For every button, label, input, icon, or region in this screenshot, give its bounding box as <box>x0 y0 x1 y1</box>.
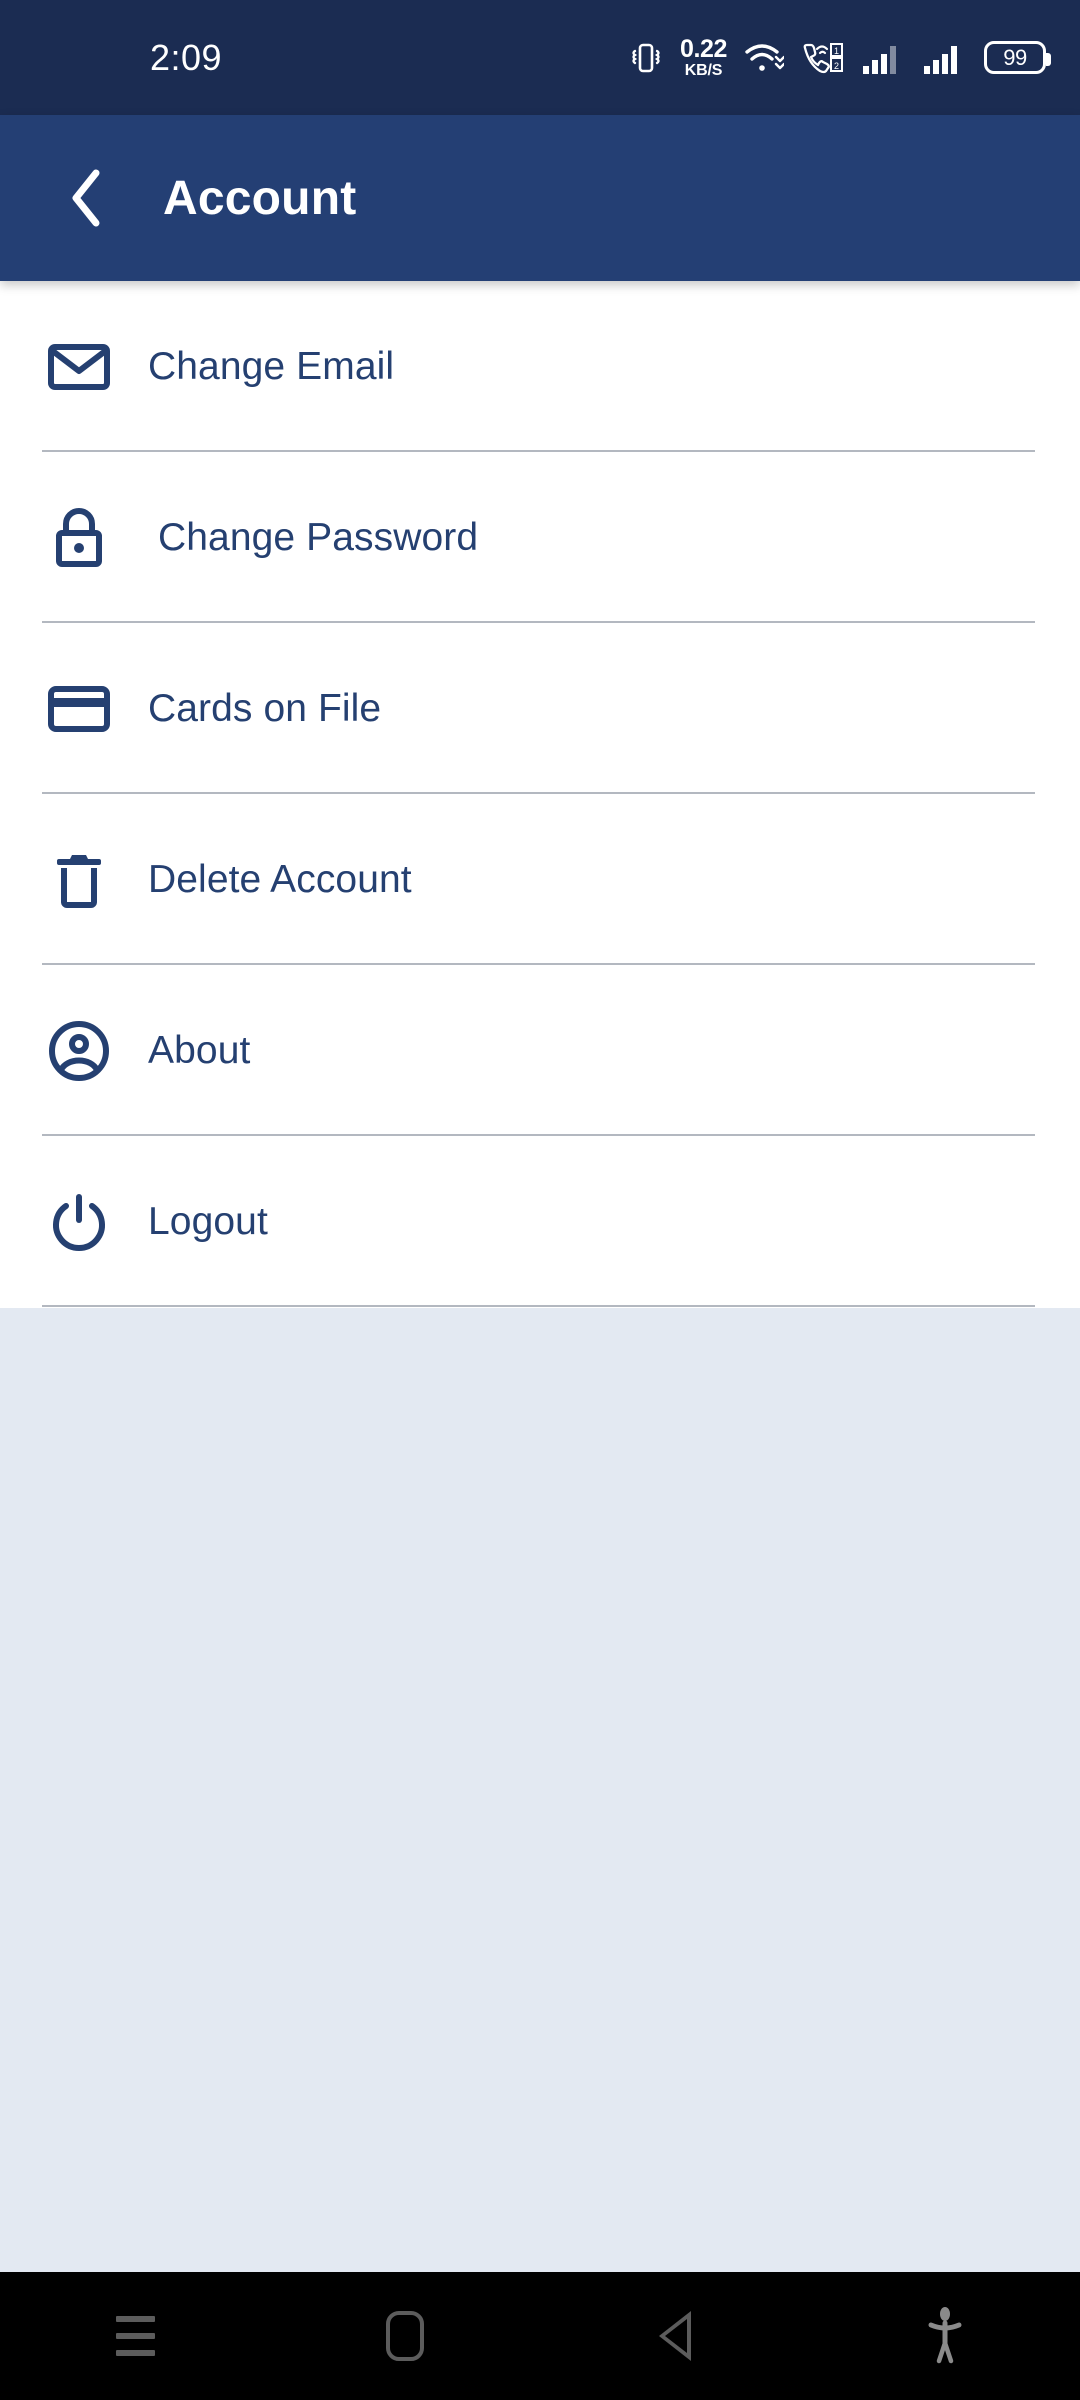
menu-item-label: Change Email <box>148 344 395 388</box>
mail-icon <box>0 281 148 452</box>
network-speed-icon: 0.22 KB/S <box>679 34 727 79</box>
home-button[interactable] <box>270 2272 540 2400</box>
battery-icon: 99 <box>984 41 1051 74</box>
battery-level: 99 <box>1003 44 1027 70</box>
menu-item-label: Change Password <box>158 515 479 559</box>
menu-item-label: Delete Account <box>148 857 412 901</box>
power-icon <box>0 1136 148 1307</box>
chevron-left-icon <box>72 169 100 227</box>
svg-text:1: 1 <box>834 46 839 56</box>
trash-icon <box>0 794 148 965</box>
back-triangle-icon <box>659 2311 691 2361</box>
home-square-icon <box>386 2311 424 2361</box>
menu-item-change-password[interactable]: Change Password <box>0 452 1080 623</box>
network-speed-value: 0.22 <box>679 34 727 63</box>
menu-item-change-email[interactable]: Change Email <box>0 281 1080 452</box>
menu-item-about[interactable]: About <box>0 965 1080 1136</box>
lock-icon <box>0 452 148 623</box>
menu-item-label: About <box>148 1028 251 1072</box>
volte-sim-icon: 1 2 <box>801 41 845 75</box>
phone-screen: 2:09 0.22 KB/S 1 2 99 Account Change Ema… <box>0 0 1080 2400</box>
app-header: Account <box>0 115 1080 281</box>
account-menu-card: Change Email Change Password Cards on Fi… <box>0 281 1080 1308</box>
accessibility-button[interactable] <box>810 2272 1080 2400</box>
status-bar: 2:09 0.22 KB/S 1 2 99 <box>0 0 1080 115</box>
menu-item-logout[interactable]: Logout <box>0 1136 1080 1307</box>
menu-lines-icon <box>115 2316 155 2356</box>
page-title: Account <box>163 171 357 225</box>
system-navigation-bar <box>0 2272 1080 2400</box>
signal-sim1-icon <box>862 41 906 75</box>
credit-card-icon <box>0 623 148 794</box>
menu-item-delete-account[interactable]: Delete Account <box>0 794 1080 965</box>
signal-sim2-icon <box>923 41 967 75</box>
status-bar-clock: 2:09 <box>150 36 223 78</box>
status-bar-icons: 0.22 KB/S 1 2 99 <box>629 34 1051 79</box>
back-navigation-button[interactable] <box>38 148 138 248</box>
list-divider <box>42 1305 1035 1307</box>
menu-item-label: Logout <box>148 1199 268 1243</box>
account-circle-icon <box>0 965 148 1136</box>
back-button[interactable] <box>540 2272 810 2400</box>
wifi-icon <box>744 41 784 75</box>
network-speed-unit: KB/S <box>684 61 723 79</box>
menu-item-cards-on-file[interactable]: Cards on File <box>0 623 1080 794</box>
svg-text:2: 2 <box>834 61 839 71</box>
vibrate-icon <box>629 40 663 76</box>
menu-item-label: Cards on File <box>148 686 382 730</box>
recents-button[interactable] <box>0 2272 270 2400</box>
accessibility-person-icon <box>928 2307 962 2364</box>
